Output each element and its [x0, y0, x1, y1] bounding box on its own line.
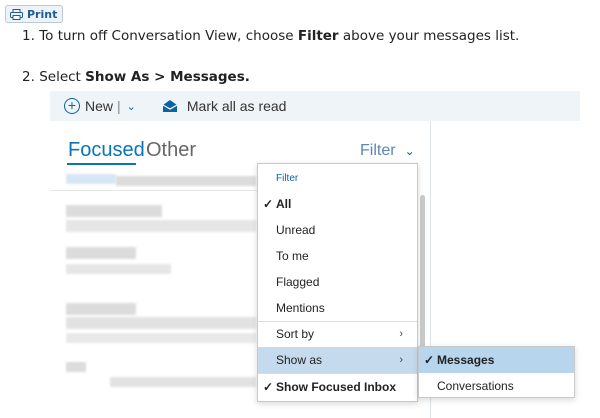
- blurred-message-preview: [66, 317, 256, 329]
- blurred-message-preview: [66, 174, 116, 184]
- chevron-right-icon: ›: [399, 354, 403, 366]
- blurred-message-preview: [66, 303, 136, 315]
- tab-focused-underline: [67, 163, 136, 165]
- step-text-bold: Show As > Messages.: [85, 69, 250, 85]
- toolbar-separator: |: [117, 98, 121, 114]
- step-number: 2.: [22, 69, 35, 85]
- blurred-message-preview: [66, 220, 256, 232]
- step-text-prefix: To turn off Conversation View, choose: [39, 28, 298, 44]
- filter-label: Filter: [360, 142, 396, 159]
- blurred-message-preview: [66, 264, 171, 274]
- menu-item-mentions[interactable]: Mentions: [258, 295, 417, 321]
- blurred-message-preview: [66, 205, 162, 217]
- new-label: New: [85, 98, 114, 114]
- filter-button[interactable]: Filter ⌄: [360, 142, 415, 160]
- blurred-message-preview: [116, 176, 256, 186]
- envelope-open-icon: [162, 100, 178, 112]
- menu-item-label: Show as: [276, 353, 323, 367]
- menu-item-show-focused-inbox[interactable]: ✓ Show Focused Inbox: [258, 374, 417, 400]
- check-icon: ✓: [424, 353, 435, 367]
- step-number: 1.: [22, 28, 35, 44]
- mark-all-read-button[interactable]: Mark all as read: [162, 98, 287, 114]
- chevron-right-icon: ›: [399, 328, 403, 340]
- step-text-bold: Filter: [297, 28, 339, 44]
- chevron-down-icon[interactable]: ⌄: [127, 100, 136, 113]
- submenu-item-label: Messages: [437, 353, 495, 367]
- printer-icon: [10, 8, 23, 20]
- menu-item-show-as[interactable]: Show as ›: [258, 347, 417, 373]
- tab-other[interactable]: Other: [146, 139, 196, 162]
- menu-item-unread[interactable]: Unread: [258, 217, 417, 243]
- menu-item-to-me[interactable]: To me: [258, 243, 417, 269]
- check-icon: ✓: [263, 380, 274, 394]
- menu-item-label: Show Focused Inbox: [276, 380, 397, 394]
- print-button[interactable]: Print: [5, 5, 63, 23]
- tab-focused[interactable]: Focused: [68, 139, 145, 162]
- menu-item-sort-by[interactable]: Sort by ›: [258, 321, 417, 347]
- mail-toolbar: + New | ⌄ Mark all as read: [50, 91, 580, 121]
- new-button[interactable]: + New | ⌄: [64, 98, 136, 114]
- blurred-message-preview: [66, 247, 136, 259]
- instruction-step-1: 1. To turn off Conversation View, choose…: [22, 28, 519, 44]
- blurred-message-preview: [110, 377, 256, 387]
- menu-item-all[interactable]: ✓ All: [258, 191, 417, 217]
- menu-item-label: Sort by: [276, 327, 315, 341]
- step-text-suffix: above your messages list.: [338, 28, 520, 44]
- submenu-item-conversations[interactable]: Conversations: [419, 373, 574, 399]
- blurred-message-preview: [66, 362, 86, 372]
- mark-all-read-label: Mark all as read: [186, 98, 287, 114]
- plus-circle-icon: +: [64, 98, 80, 114]
- instruction-step-2: 2. Select Show As > Messages.: [22, 69, 250, 85]
- check-icon: ✓: [263, 197, 274, 211]
- show-as-submenu: ✓ Messages Conversations: [418, 346, 575, 398]
- step-text-prefix: Select: [39, 69, 86, 85]
- chevron-down-icon: ⌄: [404, 144, 415, 158]
- print-label: Print: [27, 7, 58, 21]
- filter-dropdown-menu: Filter ✓ All Unread To me Flagged Mentio…: [257, 163, 418, 402]
- submenu-item-messages[interactable]: ✓ Messages: [419, 347, 574, 373]
- menu-item-flagged[interactable]: Flagged: [258, 269, 417, 295]
- menu-header-filter: Filter: [276, 172, 299, 184]
- menu-item-label: All: [276, 197, 292, 211]
- message-row-divider: [50, 190, 259, 191]
- blurred-message-preview: [66, 333, 256, 343]
